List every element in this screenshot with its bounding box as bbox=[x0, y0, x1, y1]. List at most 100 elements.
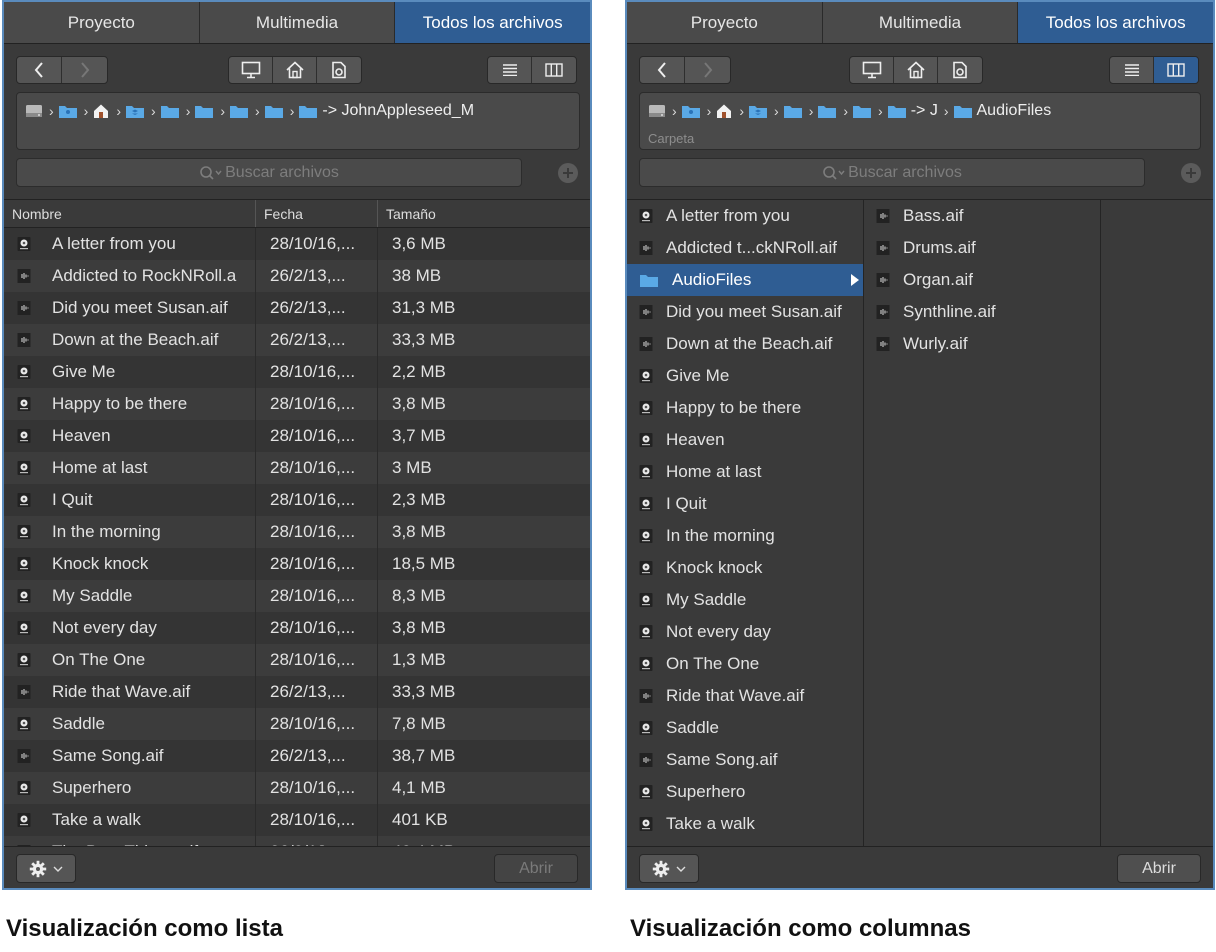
search-input[interactable]: Buscar archivos bbox=[16, 158, 522, 187]
column-header-name[interactable]: Nombre bbox=[4, 200, 256, 227]
file-icon-wrap bbox=[876, 240, 890, 256]
list-item[interactable]: Same Song.aif bbox=[627, 744, 863, 776]
user-folder-icon[interactable] bbox=[58, 103, 78, 119]
breadcrumb: › › › › › › › › -> JohnAppleseed_M bbox=[17, 93, 579, 129]
hard-drive-icon[interactable] bbox=[25, 103, 43, 119]
table-row[interactable]: Take a walk 28/10/16,... 401 KB bbox=[4, 804, 590, 836]
table-row[interactable]: Down at the Beach.aif 26/2/13,... 33,3 MB bbox=[4, 324, 590, 356]
table-row[interactable]: Addicted to RockNRoll.a 26/2/13,... 38 MB bbox=[4, 260, 590, 292]
list-item[interactable]: Heaven bbox=[627, 424, 863, 456]
file-name: Home at last bbox=[52, 458, 148, 477]
folder-icon[interactable] bbox=[160, 103, 180, 119]
list-item[interactable]: AudioFiles bbox=[627, 264, 863, 296]
table-row[interactable]: Give Me 28/10/16,... 2,2 MB bbox=[4, 356, 590, 388]
table-row[interactable]: Did you meet Susan.aif 26/2/13,... 31,3 MB bbox=[4, 292, 590, 324]
folder-icon[interactable] bbox=[817, 103, 837, 119]
home-folder-icon[interactable] bbox=[92, 103, 110, 119]
dropbox-folder-icon[interactable] bbox=[125, 103, 145, 119]
list-item[interactable]: In the morning bbox=[627, 520, 863, 552]
desktop-button[interactable] bbox=[850, 57, 894, 83]
table-row[interactable]: Ride that Wave.aif 26/2/13,... 33,3 MB bbox=[4, 676, 590, 708]
audio-library-button[interactable] bbox=[938, 57, 982, 83]
list-item[interactable]: Bass.aif bbox=[864, 200, 1100, 232]
list-item[interactable]: Synthline.aif bbox=[864, 296, 1100, 328]
table-row[interactable]: Saddle 28/10/16,... 7,8 MB bbox=[4, 708, 590, 740]
column-header-size[interactable]: Tamaño bbox=[378, 200, 590, 227]
tab-proyecto[interactable]: Proyecto bbox=[4, 2, 200, 43]
list-item[interactable]: Drums.aif bbox=[864, 232, 1100, 264]
home-folder-icon[interactable] bbox=[715, 103, 733, 119]
folder-icon[interactable] bbox=[194, 103, 214, 119]
forward-button[interactable] bbox=[685, 57, 730, 83]
folder-icon[interactable] bbox=[264, 103, 284, 119]
add-button[interactable] bbox=[1181, 163, 1201, 183]
list-item[interactable]: Happy to be there bbox=[627, 392, 863, 424]
open-button[interactable]: Abrir bbox=[494, 854, 578, 883]
table-row[interactable]: Superhero 28/10/16,... 4,1 MB bbox=[4, 772, 590, 804]
list-item[interactable]: Saddle bbox=[627, 712, 863, 744]
list-item[interactable]: Down at the Beach.aif bbox=[627, 328, 863, 360]
home-button[interactable] bbox=[894, 57, 938, 83]
speaker-file-icon bbox=[332, 61, 346, 79]
tab-todos-los-archivos[interactable]: Todos los archivos bbox=[395, 2, 590, 43]
table-row[interactable]: Heaven 28/10/16,... 3,7 MB bbox=[4, 420, 590, 452]
table-row[interactable]: A letter from you 28/10/16,... 3,6 MB bbox=[4, 228, 590, 260]
path-current-folder[interactable]: AudioFiles bbox=[977, 102, 1052, 120]
list-item[interactable]: Home at last bbox=[627, 456, 863, 488]
tab-proyecto[interactable]: Proyecto bbox=[627, 2, 823, 43]
list-item[interactable]: My Saddle bbox=[627, 584, 863, 616]
back-button[interactable] bbox=[640, 57, 685, 83]
column-view-button[interactable] bbox=[532, 57, 576, 83]
column-view-button[interactable] bbox=[1154, 57, 1198, 83]
folder-icon[interactable] bbox=[887, 103, 907, 119]
list-item[interactable]: Organ.aif bbox=[864, 264, 1100, 296]
list-item[interactable]: Ride that Wave.aif bbox=[627, 680, 863, 712]
table-row[interactable]: Knock knock 28/10/16,... 18,5 MB bbox=[4, 548, 590, 580]
back-button[interactable] bbox=[17, 57, 62, 83]
table-row[interactable]: I Quit 28/10/16,... 2,3 MB bbox=[4, 484, 590, 516]
home-button[interactable] bbox=[273, 57, 317, 83]
table-row[interactable]: Not every day 28/10/16,... 3,8 MB bbox=[4, 612, 590, 644]
list-item[interactable]: I Quit bbox=[627, 488, 863, 520]
path-tail[interactable]: -> J bbox=[911, 102, 938, 120]
forward-button[interactable] bbox=[62, 57, 107, 83]
list-item[interactable]: Not every day bbox=[627, 616, 863, 648]
list-item[interactable]: Give Me bbox=[627, 360, 863, 392]
folder-icon[interactable] bbox=[298, 103, 318, 119]
table-row[interactable]: Happy to be there 28/10/16,... 3,8 MB bbox=[4, 388, 590, 420]
tab-multimedia[interactable]: Multimedia bbox=[822, 2, 1019, 43]
action-menu-button[interactable] bbox=[16, 854, 76, 883]
dropbox-folder-icon[interactable] bbox=[748, 103, 768, 119]
table-row[interactable]: Same Song.aif 26/2/13,... 38,7 MB bbox=[4, 740, 590, 772]
folder-icon[interactable] bbox=[229, 103, 249, 119]
list-view-button[interactable] bbox=[1110, 57, 1154, 83]
table-row[interactable]: My Saddle 28/10/16,... 8,3 MB bbox=[4, 580, 590, 612]
add-button[interactable] bbox=[558, 163, 578, 183]
list-item[interactable]: Addicted t...ckNRoll.aif bbox=[627, 232, 863, 264]
folder-icon[interactable] bbox=[852, 103, 872, 119]
search-input[interactable]: Buscar archivos bbox=[639, 158, 1145, 187]
user-folder-icon[interactable] bbox=[681, 103, 701, 119]
desktop-button[interactable] bbox=[229, 57, 273, 83]
hard-drive-icon[interactable] bbox=[648, 103, 666, 119]
list-item[interactable]: Knock knock bbox=[627, 552, 863, 584]
table-row[interactable]: Home at last 28/10/16,... 3 MB bbox=[4, 452, 590, 484]
tab-todos-los-archivos[interactable]: Todos los archivos bbox=[1018, 2, 1213, 43]
list-item[interactable]: Superhero bbox=[627, 776, 863, 808]
list-item[interactable]: A letter from you bbox=[627, 200, 863, 232]
folder-icon[interactable] bbox=[953, 103, 973, 119]
path-tail[interactable]: -> JohnAppleseed_M bbox=[322, 102, 474, 120]
table-row[interactable]: On The One 28/10/16,... 1,3 MB bbox=[4, 644, 590, 676]
column-header-date[interactable]: Fecha bbox=[256, 200, 378, 227]
action-menu-button[interactable] bbox=[639, 854, 699, 883]
tab-multimedia[interactable]: Multimedia bbox=[199, 2, 396, 43]
audio-library-button[interactable] bbox=[317, 57, 361, 83]
list-item[interactable]: Take a walk bbox=[627, 808, 863, 840]
list-item[interactable]: Wurly.aif bbox=[864, 328, 1100, 360]
list-item[interactable]: Did you meet Susan.aif bbox=[627, 296, 863, 328]
list-view-button[interactable] bbox=[488, 57, 532, 83]
folder-icon[interactable] bbox=[783, 103, 803, 119]
table-row[interactable]: In the morning 28/10/16,... 3,8 MB bbox=[4, 516, 590, 548]
list-item[interactable]: On The One bbox=[627, 648, 863, 680]
open-button[interactable]: Abrir bbox=[1117, 854, 1201, 883]
